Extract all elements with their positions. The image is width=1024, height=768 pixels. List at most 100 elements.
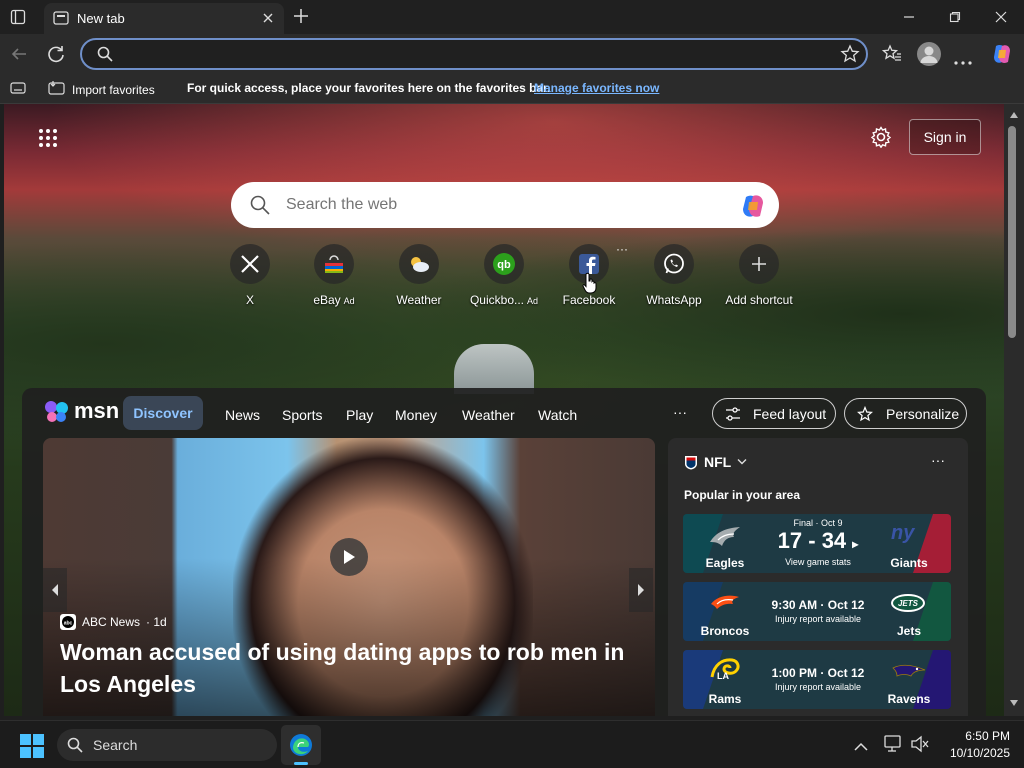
feed-layout-button[interactable]: Feed layout — [712, 398, 836, 429]
shortcut-more-icon[interactable]: ··· — [616, 242, 628, 256]
address-bar[interactable] — [80, 38, 868, 70]
network-monitor-icon[interactable] — [884, 735, 904, 758]
article-headline[interactable]: Woman accused of using dating apps to ro… — [60, 636, 650, 700]
tab-discover[interactable]: Discover — [123, 396, 203, 430]
article-source[interactable]: abc ABC News · 1d — [60, 614, 167, 630]
more-options-icon[interactable] — [954, 52, 972, 70]
copilot-icon[interactable] — [990, 42, 1014, 71]
shortcut-ebay[interactable]: eBay Ad — [292, 244, 376, 307]
game-eagles-giants[interactable]: Eagles Final · Oct 9 17 - 34 ▸ View game… — [683, 514, 951, 573]
favorites-icon[interactable] — [881, 44, 902, 69]
taskbar-search-label: Search — [93, 737, 138, 753]
sliders-icon — [725, 406, 741, 425]
address-input[interactable] — [122, 44, 822, 64]
play-video-button[interactable] — [330, 538, 368, 576]
personalize-label: Personalize — [886, 406, 960, 422]
shortcut-label: Quickbo... — [469, 293, 524, 307]
shortcut-label: X — [245, 293, 254, 307]
card-more-options-icon[interactable]: ··· — [931, 452, 945, 468]
taskbar-search-box[interactable]: Search — [57, 729, 277, 761]
eagles-logo-icon — [708, 524, 742, 555]
tab-sports[interactable]: Sports — [282, 407, 322, 423]
whatsapp-icon — [654, 244, 694, 284]
new-tab-page: Sign in X eBayAd Weather qb Quickbo...Ad… — [4, 104, 1004, 716]
close-window-button[interactable] — [978, 0, 1024, 34]
chevron-right-icon — [638, 584, 644, 596]
restore-button[interactable] — [932, 0, 978, 34]
shortcut-label: eBay — [313, 293, 341, 307]
msn-brand-text: msn — [74, 398, 120, 423]
injury-report-link[interactable]: Injury report available — [753, 614, 883, 624]
tab-money[interactable]: Money — [395, 407, 437, 423]
active-indicator — [294, 762, 308, 765]
show-hidden-icons-chevron-icon[interactable] — [854, 739, 868, 757]
scrollbar-thumb[interactable] — [1008, 126, 1016, 338]
apps-grid-icon[interactable] — [38, 128, 58, 153]
source-name: ABC News — [82, 615, 141, 629]
personalize-button[interactable]: Personalize — [844, 398, 967, 429]
import-favorites-button[interactable]: Import favorites — [48, 80, 155, 99]
profile-avatar[interactable] — [917, 42, 941, 66]
tab-watch[interactable]: Watch — [538, 407, 577, 423]
injury-report-link[interactable]: Injury report available — [753, 682, 883, 692]
game-center: 9:30 AM · Oct 12 Injury report available — [753, 598, 883, 624]
game-broncos-jets[interactable]: Broncos 9:30 AM · Oct 12 Injury report a… — [683, 582, 951, 641]
game-center: Final · Oct 9 17 - 34 ▸ View game stats — [753, 518, 883, 567]
sign-in-button[interactable]: Sign in — [909, 119, 981, 155]
play-icon — [344, 550, 355, 564]
shortcut-x[interactable]: X — [208, 244, 292, 307]
tab-new-tab[interactable]: New tab — [44, 3, 284, 34]
minimize-button[interactable] — [886, 0, 932, 34]
chevron-down-icon — [737, 459, 747, 465]
copilot-icon[interactable] — [739, 192, 767, 225]
system-clock[interactable]: 6:50 PM 10/10/2025 — [940, 728, 1010, 762]
tab-news[interactable]: News — [225, 407, 260, 423]
svg-text:LA: LA — [717, 671, 729, 681]
rams-logo-icon: LA — [708, 657, 742, 688]
shortcut-quickbooks[interactable]: qb Quickbo... Ad — [462, 244, 546, 307]
tab-play[interactable]: Play — [346, 407, 373, 423]
game-rams-ravens[interactable]: LA Rams 1:00 PM · Oct 12 Injury report a… — [683, 650, 951, 709]
web-search-box[interactable] — [231, 182, 779, 228]
weather-icon — [399, 244, 439, 284]
manage-favorites-link[interactable]: Manage favorites now — [534, 81, 659, 95]
new-tab-button[interactable] — [293, 8, 309, 29]
hand-cursor-icon — [582, 272, 598, 299]
back-arrow-icon[interactable] — [10, 45, 28, 68]
web-search-input[interactable] — [286, 195, 706, 215]
add-favorite-star-icon[interactable] — [840, 44, 860, 69]
article-age: · 1d — [146, 615, 167, 629]
speaker-muted-icon[interactable] — [910, 735, 930, 758]
import-favorites-label: Import favorites — [72, 82, 155, 97]
svg-text:abc: abc — [64, 621, 73, 627]
game-time: 1:00 PM · Oct 12 — [771, 666, 865, 680]
close-tab-icon[interactable] — [262, 11, 274, 29]
carousel-next-button[interactable] — [629, 568, 653, 612]
scroll-down-icon[interactable] — [1010, 700, 1018, 706]
scroll-up-icon[interactable] — [1010, 112, 1018, 118]
abc-news-logo-icon: abc — [60, 614, 76, 630]
team2-name: Jets — [896, 624, 922, 638]
msn-logo[interactable]: msn — [44, 398, 119, 424]
more-tabs-icon[interactable]: ··· — [673, 404, 687, 420]
carousel-prev-button[interactable] — [43, 568, 67, 612]
broncos-logo-icon — [709, 592, 741, 617]
tab-weather[interactable]: Weather — [462, 407, 515, 423]
add-shortcut-button[interactable]: Add shortcut — [717, 244, 801, 307]
nfl-title: NFL — [704, 454, 732, 470]
ad-badge: Ad — [527, 296, 539, 306]
collapse-sidebar-icon[interactable] — [10, 82, 26, 97]
favorites-bar-message: For quick access, place your favorites h… — [187, 81, 551, 95]
view-stats-link[interactable]: View game stats — [753, 557, 883, 567]
edge-taskbar-button[interactable] — [281, 725, 321, 765]
play-arrow-icon: ▸ — [852, 537, 859, 551]
tab-actions-icon[interactable] — [10, 9, 26, 30]
refresh-icon[interactable] — [46, 44, 66, 69]
game-center: 1:00 PM · Oct 12 Injury report available — [753, 666, 883, 692]
nfl-league-selector[interactable]: NFL — [684, 454, 747, 470]
hero-article-card[interactable]: abc ABC News · 1d Woman accused of using… — [43, 438, 655, 716]
settings-gear-icon[interactable] — [870, 126, 892, 153]
shortcut-whatsapp[interactable]: WhatsApp — [632, 244, 716, 307]
windows-start-icon[interactable] — [20, 734, 44, 763]
shortcut-weather[interactable]: Weather — [377, 244, 461, 307]
